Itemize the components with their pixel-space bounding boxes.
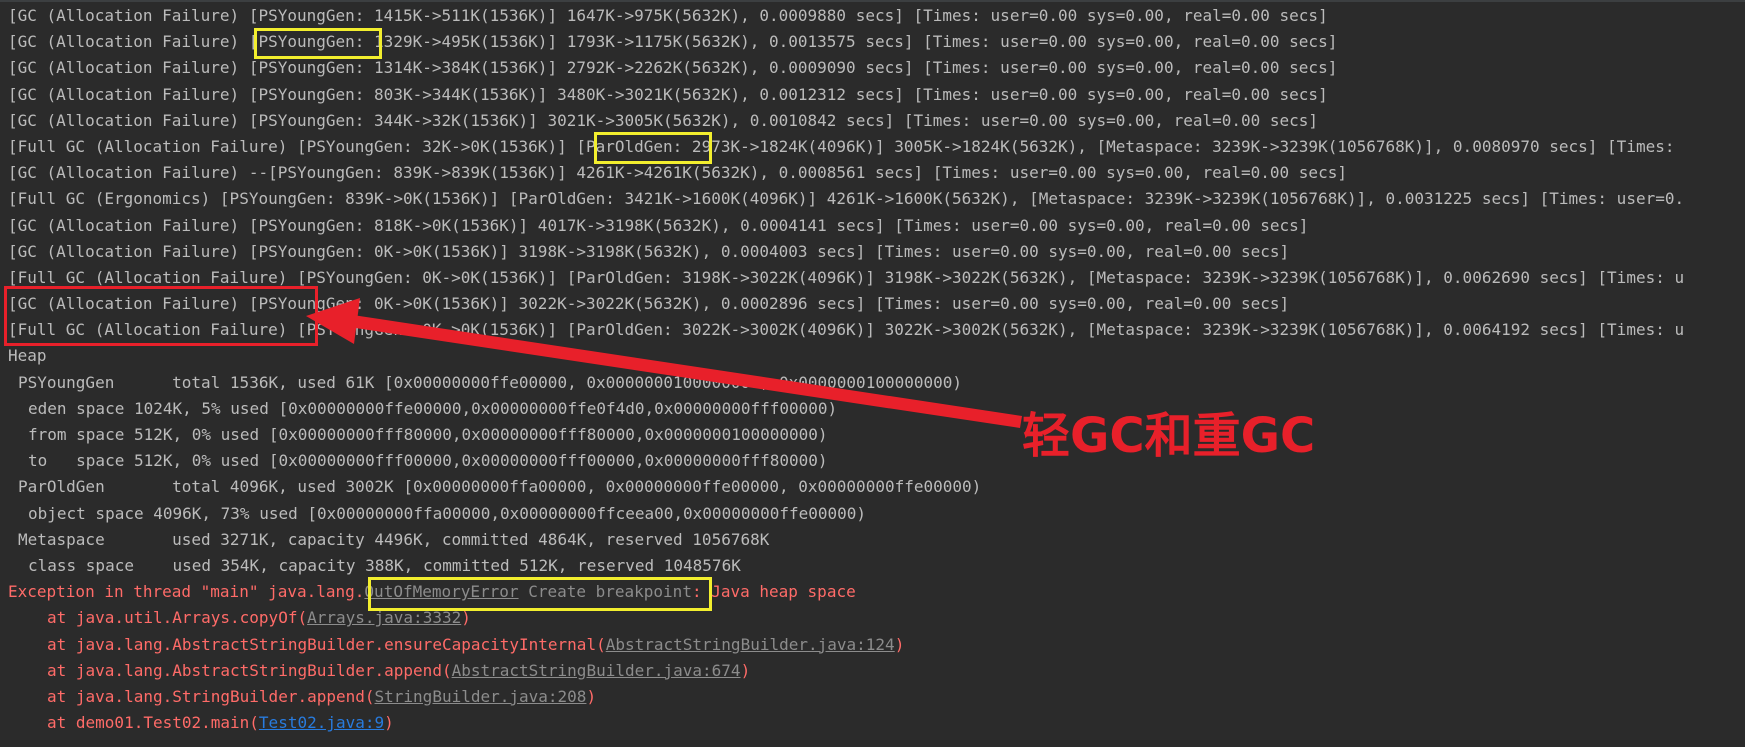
gc-log-line: [GC (Allocation Failure) [PSYoungGen: 13… <box>8 32 1338 52</box>
full-gc-log-line: [Full GC (Allocation Failure) [PSYoungGe… <box>8 267 1685 287</box>
console-output: [GC (Allocation Failure) [PSYoungGen: 14… <box>0 0 1745 747</box>
exception-line: Exception in thread "main" java.lang.Out… <box>8 579 1745 605</box>
stack-frame-link[interactable]: AbstractStringBuilder.java:124 <box>606 635 895 654</box>
stack-frame-close: ) <box>384 713 394 733</box>
full-gc-log-line: [Full GC (Ergonomics) [PSYoungGen: 839K-… <box>8 189 1685 209</box>
gc-log-line: [GC (Allocation Failure) [PSYoungGen: 14… <box>8 6 1328 25</box>
gc-log-line: [GC (Allocation Failure) [PSYoungGen: 0K… <box>8 241 1290 261</box>
heap-object-space-line: object space 4096K, 73% used [0x00000000… <box>28 503 867 523</box>
heap-from-line: from space 512K, 0% used [0x00000000fff8… <box>28 425 828 444</box>
gc-log-line: [GC (Allocation Failure) [PSYoungGen: 34… <box>8 110 1319 130</box>
gc-log-line: [GC (Allocation Failure) [PSYoungGen: 81… <box>8 215 1309 235</box>
heap-title: Heap <box>8 346 47 366</box>
console-lines: [GC (Allocation Failure) [PSYoungGen: 14… <box>8 3 1745 736</box>
create-breakpoint-link[interactable]: Create breakpoint <box>528 582 692 601</box>
stack-frame-link[interactable]: AbstractStringBuilder.java:674 <box>452 661 741 680</box>
stack-frame-close: ) <box>894 634 905 654</box>
stack-frame-close: ) <box>586 686 597 706</box>
stack-frame-text: at java.lang.AbstractStringBuilder.ensur… <box>47 634 606 654</box>
stack-trace-line: at demo01.Test02.main(Test02.java:9) <box>8 710 1745 736</box>
gc-log-line: [GC (Allocation Failure) [PSYoungGen: 13… <box>8 58 1338 78</box>
stack-trace-line: at java.util.Arrays.copyOf(Arrays.java:3… <box>8 605 1745 631</box>
heap-paroldgen-line: ParOldGen total 4096K, used 3002K [0x000… <box>18 477 982 497</box>
stack-frame-close: ) <box>740 660 751 680</box>
heap-eden-line: eden space 1024K, 5% used [0x00000000ffe… <box>28 398 838 418</box>
stack-frame-close: ) <box>461 608 471 628</box>
annotation-label: 轻GC和重GC <box>1022 408 1316 464</box>
heap-metaspace-line: Metaspace used 3271K, capacity 4496K, co… <box>18 529 770 549</box>
stack-trace-line: at java.lang.AbstractStringBuilder.appen… <box>8 658 1745 684</box>
console-top-border <box>0 0 1745 2</box>
heap-class-space-line: class space used 354K, capacity 388K, co… <box>28 555 741 575</box>
exception-prefix: Exception in thread "main" java.lang. <box>8 582 365 602</box>
gc-log-line: [GC (Allocation Failure) --[PSYoungGen: … <box>8 163 1347 183</box>
exception-class-link[interactable]: OutOfMemoryError <box>364 582 518 601</box>
stack-trace-line: at java.lang.AbstractStringBuilder.ensur… <box>8 632 1745 658</box>
full-gc-log-line: [Full GC (Allocation Failure) [PSYoungGe… <box>8 136 1675 156</box>
stack-frame-link[interactable]: StringBuilder.java:208 <box>375 687 587 706</box>
stack-frame-text: at demo01.Test02.main( <box>47 713 259 733</box>
heap-psyounggen-line: PSYoungGen total 1536K, used 61K [0x0000… <box>18 372 963 392</box>
gc-log-line: [GC (Allocation Failure) [PSYoungGen: 80… <box>8 84 1328 104</box>
stack-frame-text: at java.lang.AbstractStringBuilder.appen… <box>47 660 452 680</box>
heap-to-line: to space 512K, 0% used [0x00000000fff000… <box>28 451 828 471</box>
full-gc-log-line: [Full GC (Allocation Failure) [PSYoungGe… <box>8 320 1685 340</box>
stack-frame-user-link[interactable]: Test02.java:9 <box>259 713 384 732</box>
stack-frame-link[interactable]: Arrays.java:3332 <box>307 608 461 627</box>
stack-trace-line: at java.lang.StringBuilder.append(String… <box>8 684 1745 710</box>
exception-message: : Java heap space <box>691 582 856 602</box>
gc-log-line: [GC (Allocation Failure) [PSYoungGen: 0K… <box>8 294 1290 314</box>
stack-frame-text: at java.lang.StringBuilder.append( <box>47 686 375 706</box>
stack-frame-text: at java.util.Arrays.copyOf( <box>47 608 308 628</box>
